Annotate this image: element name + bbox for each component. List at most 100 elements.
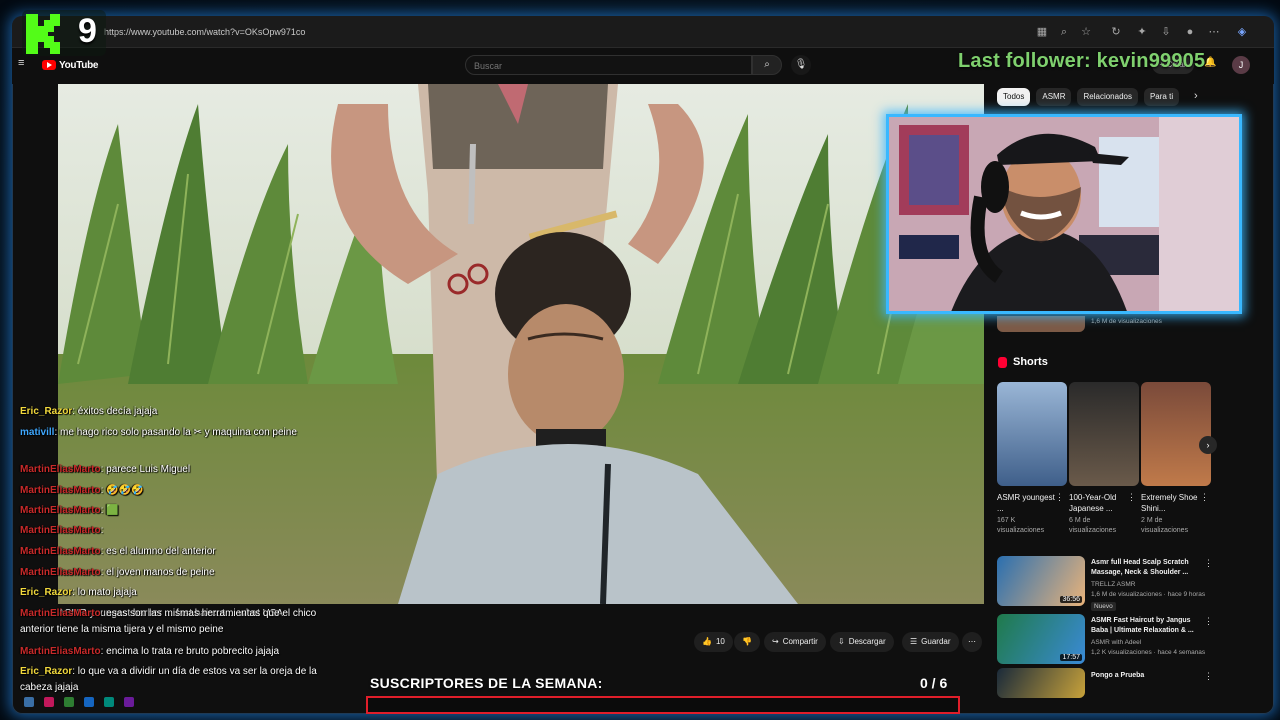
chevron-right-icon[interactable]: › xyxy=(1194,90,1198,102)
recommendation-channel[interactable]: TRELLZ ASMR xyxy=(1091,580,1135,589)
search-icon: ⌕ xyxy=(764,59,770,70)
search-box xyxy=(465,55,752,75)
zoom-icon[interactable]: ⌕ xyxy=(1058,26,1070,38)
recommendation-channel[interactable]: ASMR with Adeel xyxy=(1091,638,1141,647)
stream-overlay-stage: https://www.youtube.com/watch?v=OKsOpw97… xyxy=(0,0,1280,720)
like-button[interactable]: 👍 10 xyxy=(694,632,733,652)
download-button[interactable]: ⇩ Descargar xyxy=(830,632,894,652)
chat-text: : el joven manos de peine xyxy=(100,567,215,578)
taskbar xyxy=(12,694,352,710)
last-follower-text: Last follower: kevin99905 xyxy=(958,50,1206,72)
short-title[interactable]: ASMR youngest ... xyxy=(997,492,1055,514)
chevron-right-icon: › xyxy=(1206,440,1210,450)
taskbar-app-icon[interactable] xyxy=(104,697,114,707)
chat-message: MartinEliasMarto: es el alumno del anter… xyxy=(20,544,350,560)
short-views: 6 M de visualizaciones xyxy=(1069,517,1117,534)
taskbar-app-icon[interactable] xyxy=(124,697,134,707)
share-button[interactable]: ↪ Compartir xyxy=(764,632,826,652)
chat-text: : xyxy=(100,525,104,536)
recommendation-thumbnail[interactable]: 36:56 xyxy=(997,556,1085,606)
short-menu-icon[interactable]: ⋮ xyxy=(1127,492,1136,503)
more-icon[interactable]: ⋯ xyxy=(1208,26,1220,38)
previous-recommendation-views: 1,6 M de visualizaciones xyxy=(1091,318,1162,325)
chat-username: Eric_Razor xyxy=(20,666,73,677)
dislike-button[interactable]: 👎 xyxy=(734,632,760,652)
more-actions-button[interactable]: ⋯ xyxy=(962,632,982,652)
voice-search-button[interactable]: 🎙 xyxy=(791,55,811,75)
address-bar[interactable]: https://www.youtube.com/watch?v=OKsOpw97… xyxy=(12,16,1274,48)
chat-username: Eric_Razor xyxy=(20,406,73,417)
search-button[interactable]: ⌕ xyxy=(752,55,782,75)
chat-message: mativill: me hago rico solo pasando la ✂… xyxy=(20,425,350,441)
recommendation-meta: 1,6 M de visualizaciones · hace 9 horas xyxy=(1091,591,1206,598)
menu-icon[interactable]: ≡ xyxy=(18,58,30,69)
chat-text: : lo mato jajaja xyxy=(72,587,137,598)
taskbar-app-icon[interactable] xyxy=(64,697,74,707)
chip-todos[interactable]: Todos xyxy=(997,88,1031,106)
short-thumbnail[interactable] xyxy=(1141,382,1211,486)
extension-icon[interactable]: ✦ xyxy=(1136,26,1148,38)
recommendation-thumbnail[interactable]: 17:57 xyxy=(997,614,1085,664)
chat-message: Eric_Razor: lo mato jajaja xyxy=(20,585,350,601)
short-thumbnail[interactable] xyxy=(997,382,1067,486)
chat-text: : me hago rico solo pasando la ✂ y maqui… xyxy=(54,427,297,438)
youtube-logo-text: YouTube xyxy=(59,59,99,71)
notifications-icon[interactable]: 🔔 xyxy=(1204,57,1216,68)
shorts-next-button[interactable]: › xyxy=(1199,436,1217,454)
recommendation-menu-icon[interactable]: ⋮ xyxy=(1204,616,1213,627)
search-input[interactable] xyxy=(474,60,734,72)
short-title[interactable]: Extremely Shoe Shini... xyxy=(1141,492,1199,514)
taskbar-app-icon[interactable] xyxy=(44,697,54,707)
like-count: 10 xyxy=(715,637,725,646)
short-menu-icon[interactable]: ⋮ xyxy=(1200,492,1209,503)
chat-username: MartinEliasMarto xyxy=(20,608,101,619)
chat-text: : parece Luis Miguel xyxy=(100,464,191,475)
short-menu-icon[interactable]: ⋮ xyxy=(1055,492,1064,503)
save-label: Guardar xyxy=(921,637,951,646)
thumbs-down-icon: 👎 xyxy=(742,637,752,646)
short-title[interactable]: 100-Year-Old Japanese ... xyxy=(1069,492,1127,514)
chat-username: mativill xyxy=(20,427,55,438)
chat-username: MartinEliasMarto xyxy=(20,505,101,516)
chat-text: : 🤣🤣🤣 xyxy=(100,485,144,496)
recommendation-title[interactable]: Asmr full Head Scalp Scratch Massage, Ne… xyxy=(1091,558,1206,578)
recommendation-title[interactable]: ASMR Fast Haircut by Jangus Baba | Ultim… xyxy=(1091,616,1206,636)
short-thumbnail[interactable] xyxy=(1069,382,1139,486)
chat-username: MartinEliasMarto xyxy=(20,464,101,475)
previous-recommendation-thumbnail[interactable] xyxy=(997,316,1085,332)
refresh-icon[interactable]: ↻ xyxy=(1110,26,1122,38)
shorts-heading: Shorts xyxy=(998,356,1048,368)
tab-icon[interactable]: ▦ xyxy=(1036,26,1048,38)
chip-asmr[interactable]: ASMR xyxy=(1036,88,1072,106)
recommendation-thumbnail[interactable] xyxy=(997,668,1085,698)
chat-message: MartinEliasMarto: xyxy=(20,523,350,539)
account-avatar[interactable]: J xyxy=(1232,56,1250,74)
recommendation-meta: 1,2 K visualizaciones · hace 4 semanas xyxy=(1091,649,1206,656)
copilot-icon[interactable]: ◈ xyxy=(1236,26,1248,38)
chat-message: MartinEliasMarto: parece Luis Miguel xyxy=(20,462,350,478)
save-button[interactable]: ☰ Guardar xyxy=(902,632,959,652)
profile-icon[interactable]: ● xyxy=(1184,26,1196,38)
share-label: Compartir xyxy=(782,637,818,646)
chat-username: MartinEliasMarto xyxy=(20,546,101,557)
taskbar-app-icon[interactable] xyxy=(24,697,34,707)
chat-username: MartinEliasMarto xyxy=(20,646,101,657)
star-icon[interactable]: ☆ xyxy=(1080,26,1092,38)
chip-relacionados[interactable]: Relacionados xyxy=(1077,88,1138,106)
url-text[interactable]: https://www.youtube.com/watch?v=OKsOpw97… xyxy=(104,27,305,37)
chat-message: Eric_Razor: éxitos decía jajaja xyxy=(20,404,350,420)
short-views: 2 M de visualizaciones xyxy=(1141,517,1189,534)
weekly-subscribers-count: 0 / 6 xyxy=(920,675,948,691)
new-badge: Nuevo xyxy=(1091,602,1116,611)
recommendation-menu-icon[interactable]: ⋮ xyxy=(1204,671,1213,682)
chip-para-ti[interactable]: Para ti xyxy=(1143,88,1180,106)
download-icon[interactable]: ⇩ xyxy=(1160,26,1172,38)
webcam-frame xyxy=(889,117,1239,311)
youtube-logo[interactable]: YouTube xyxy=(42,58,99,72)
video-duration: 17:57 xyxy=(1060,654,1082,661)
recommendation-menu-icon[interactable]: ⋮ xyxy=(1204,558,1213,569)
taskbar-app-icon[interactable] xyxy=(84,697,94,707)
chat-message: MartinEliasMarto: 🤣🤣🤣 xyxy=(20,483,350,499)
chat-username: MartinEliasMarto xyxy=(20,525,101,536)
recommendation-title[interactable]: Pongo a Prueba xyxy=(1091,671,1206,681)
